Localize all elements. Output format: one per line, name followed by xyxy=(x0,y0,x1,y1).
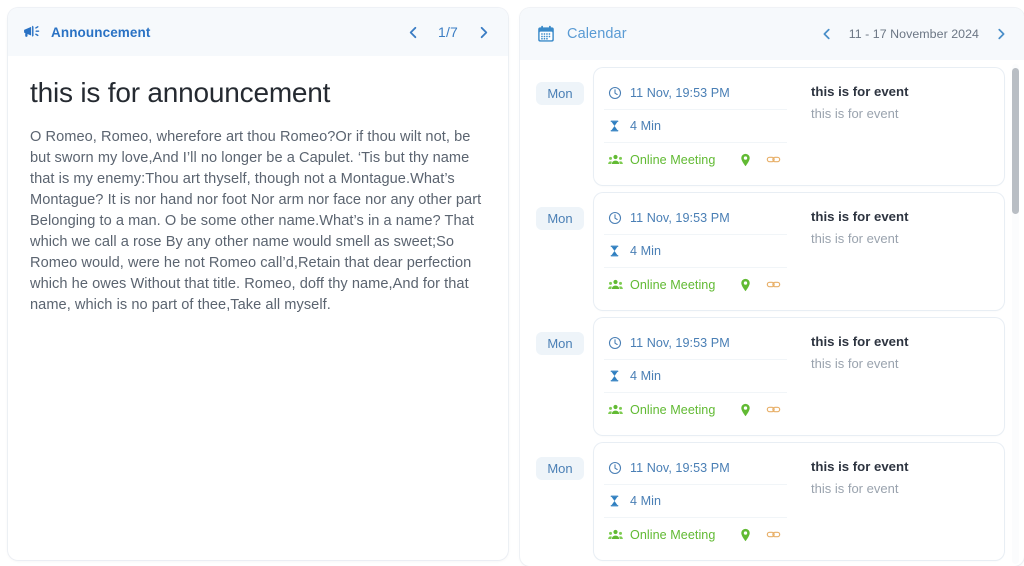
chevron-right-icon[interactable] xyxy=(474,23,492,41)
event-mode-row: Online Meeting xyxy=(604,393,787,426)
event-duration-text: 4 Min xyxy=(630,369,662,383)
hourglass-icon xyxy=(608,494,622,508)
event-meta: 11 Nov, 19:53 PM 4 Min Online Meeting xyxy=(604,202,787,301)
announcement-header-left: Announcement xyxy=(22,23,150,42)
calendar-event-row: Mon 11 Nov, 19:53 PM 4 Min Online Meetin… xyxy=(520,318,1024,435)
event-day-label: Mon xyxy=(536,82,584,105)
users-icon xyxy=(608,153,623,167)
announcement-text: O Romeo, Romeo, wherefore art thou Romeo… xyxy=(30,128,482,313)
event-card[interactable]: 11 Nov, 19:53 PM 4 Min Online Meeting th… xyxy=(594,443,1004,560)
event-duration-row: 4 Min xyxy=(604,110,787,143)
announcement-heading: this is for announcement xyxy=(30,77,331,108)
calendar-scrollbar-thumb[interactable] xyxy=(1012,68,1019,214)
calendar-pager: 11 - 17 November 2024 xyxy=(818,25,1010,43)
event-info: this is for event this is for event xyxy=(787,202,994,301)
event-info: this is for event this is for event xyxy=(787,77,994,176)
event-card[interactable]: 11 Nov, 19:53 PM 4 Min Online Meeting th… xyxy=(594,318,1004,435)
calendar-title: Calendar xyxy=(567,26,627,42)
link-icon[interactable] xyxy=(766,527,781,542)
chevron-left-icon[interactable] xyxy=(404,23,422,41)
event-meta: 11 Nov, 19:53 PM 4 Min Online Meeting xyxy=(604,327,787,426)
calendar-icon xyxy=(536,24,556,44)
event-subtitle: this is for event xyxy=(811,481,899,496)
event-mode-row: Online Meeting xyxy=(604,268,787,301)
location-pin-icon[interactable] xyxy=(739,403,752,417)
event-time-row: 11 Nov, 19:53 PM xyxy=(604,327,787,360)
users-icon xyxy=(608,278,623,292)
location-pin-icon[interactable] xyxy=(739,278,752,292)
announcement-body: this is for announcement O Romeo, Romeo,… xyxy=(8,56,508,316)
event-meta: 11 Nov, 19:53 PM 4 Min Online Meeting xyxy=(604,77,787,176)
users-icon xyxy=(608,528,623,542)
link-icon[interactable] xyxy=(766,402,781,417)
hourglass-icon xyxy=(608,119,622,133)
clock-icon xyxy=(608,461,622,475)
event-time-text: 11 Nov, 19:53 PM xyxy=(630,336,730,350)
event-card[interactable]: 11 Nov, 19:53 PM 4 Min Online Meeting th… xyxy=(594,68,1004,185)
event-time-row: 11 Nov, 19:53 PM xyxy=(604,452,787,485)
event-time-text: 11 Nov, 19:53 PM xyxy=(630,461,730,475)
event-mode-row: Online Meeting xyxy=(604,518,787,551)
chevron-right-icon[interactable] xyxy=(992,25,1010,43)
calendar-event-list: Mon 11 Nov, 19:53 PM 4 Min Online Meetin… xyxy=(520,60,1024,566)
calendar-event-row: Mon 11 Nov, 19:53 PM 4 Min Online Meetin… xyxy=(520,68,1024,185)
calendar-date-range: 11 - 17 November 2024 xyxy=(848,27,979,41)
link-icon[interactable] xyxy=(766,277,781,292)
calendar-header: Calendar 11 - 17 November 2024 xyxy=(520,8,1024,60)
calendar-panel: Calendar 11 - 17 November 2024 Mon 11 No… xyxy=(520,8,1024,566)
dashboard-page: Announcement 1/7 this is for announcemen… xyxy=(0,0,1024,566)
event-time-row: 11 Nov, 19:53 PM xyxy=(604,202,787,235)
event-title: this is for event xyxy=(811,459,909,474)
event-mode-text: Online Meeting xyxy=(630,152,716,167)
event-duration-row: 4 Min xyxy=(604,235,787,268)
megaphone-icon xyxy=(22,23,41,42)
hourglass-icon xyxy=(608,369,622,383)
chevron-left-icon[interactable] xyxy=(818,25,836,43)
event-duration-row: 4 Min xyxy=(604,360,787,393)
event-day-label: Mon xyxy=(536,457,584,480)
event-card[interactable]: 11 Nov, 19:53 PM 4 Min Online Meeting th… xyxy=(594,193,1004,310)
event-mode-text: Online Meeting xyxy=(630,527,716,542)
event-info: this is for event this is for event xyxy=(787,327,994,426)
event-title: this is for event xyxy=(811,84,909,99)
event-duration-row: 4 Min xyxy=(604,485,787,518)
event-duration-text: 4 Min xyxy=(630,494,662,508)
event-title: this is for event xyxy=(811,209,909,224)
announcement-panel: Announcement 1/7 this is for announcemen… xyxy=(8,8,508,560)
event-time-row: 11 Nov, 19:53 PM xyxy=(604,77,787,110)
announcement-header: Announcement 1/7 xyxy=(8,8,508,56)
users-icon xyxy=(608,403,623,417)
event-day-label: Mon xyxy=(536,207,584,230)
event-subtitle: this is for event xyxy=(811,356,899,371)
clock-icon xyxy=(608,336,622,350)
event-title: this is for event xyxy=(811,334,909,349)
clock-icon xyxy=(608,86,622,100)
event-duration-text: 4 Min xyxy=(630,119,662,133)
location-pin-icon[interactable] xyxy=(739,528,752,542)
announcement-pager: 1/7 xyxy=(404,23,492,41)
calendar-header-left: Calendar xyxy=(536,24,627,44)
event-time-text: 11 Nov, 19:53 PM xyxy=(630,211,730,225)
announcement-page-count: 1/7 xyxy=(437,24,459,40)
event-mode-row: Online Meeting xyxy=(604,143,787,176)
event-subtitle: this is for event xyxy=(811,106,899,121)
event-time-text: 11 Nov, 19:53 PM xyxy=(630,86,730,100)
event-mode-text: Online Meeting xyxy=(630,277,716,292)
event-duration-text: 4 Min xyxy=(630,244,662,258)
link-icon[interactable] xyxy=(766,152,781,167)
event-day-label: Mon xyxy=(536,332,584,355)
event-subtitle: this is for event xyxy=(811,231,899,246)
event-mode-text: Online Meeting xyxy=(630,402,716,417)
calendar-event-row: Mon 11 Nov, 19:53 PM 4 Min Online Meetin… xyxy=(520,193,1024,310)
clock-icon xyxy=(608,211,622,225)
calendar-event-row: Mon 11 Nov, 19:53 PM 4 Min Online Meetin… xyxy=(520,443,1024,560)
hourglass-icon xyxy=(608,244,622,258)
announcement-title: Announcement xyxy=(51,24,151,40)
location-pin-icon[interactable] xyxy=(739,153,752,167)
event-info: this is for event this is for event xyxy=(787,452,994,551)
event-meta: 11 Nov, 19:53 PM 4 Min Online Meeting xyxy=(604,452,787,551)
